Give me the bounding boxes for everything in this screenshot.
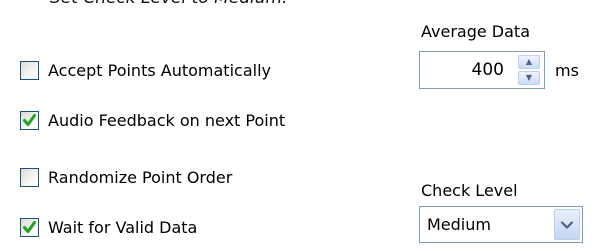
randomize-point-order-option[interactable]: Randomize Point Order [20,164,232,190]
accept-points-automatically-label: Accept Points Automatically [48,60,271,80]
wait-for-valid-data-checkbox[interactable] [20,217,39,237]
spin-up-icon[interactable]: ▲ [518,55,540,69]
spin-down-icon[interactable]: ▼ [518,71,540,85]
average-data-label: Average Data [421,22,530,41]
average-data-value[interactable]: 400 [420,60,518,80]
randomize-point-order-label: Randomize Point Order [48,167,233,187]
check-level-dropdown[interactable]: Medium [419,206,583,243]
audio-feedback-label: Audio Feedback on next Point [48,110,286,130]
spin-buttons: ▲ ▼ [518,55,540,85]
check-level-selected-value: Medium [427,215,491,234]
check-level-label: Check Level [421,181,518,200]
checkmark-icon [23,113,36,126]
average-data-unit: ms [555,61,579,80]
instruction-heading: Set Check Level to Medium. [50,0,287,8]
average-data-spinner[interactable]: 400 ▲ ▼ [419,51,545,89]
wait-for-valid-data-option[interactable]: Wait for Valid Data [20,214,197,240]
checkmark-icon [23,220,36,233]
chevron-down-icon[interactable] [554,209,580,240]
wait-for-valid-data-label: Wait for Valid Data [48,217,198,237]
accept-points-automatically-checkbox[interactable] [20,60,39,80]
accept-points-automatically-option[interactable]: Accept Points Automatically [20,57,271,83]
randomize-point-order-checkbox[interactable] [20,167,39,187]
audio-feedback-checkbox[interactable] [20,110,39,130]
audio-feedback-option[interactable]: Audio Feedback on next Point [20,107,285,133]
